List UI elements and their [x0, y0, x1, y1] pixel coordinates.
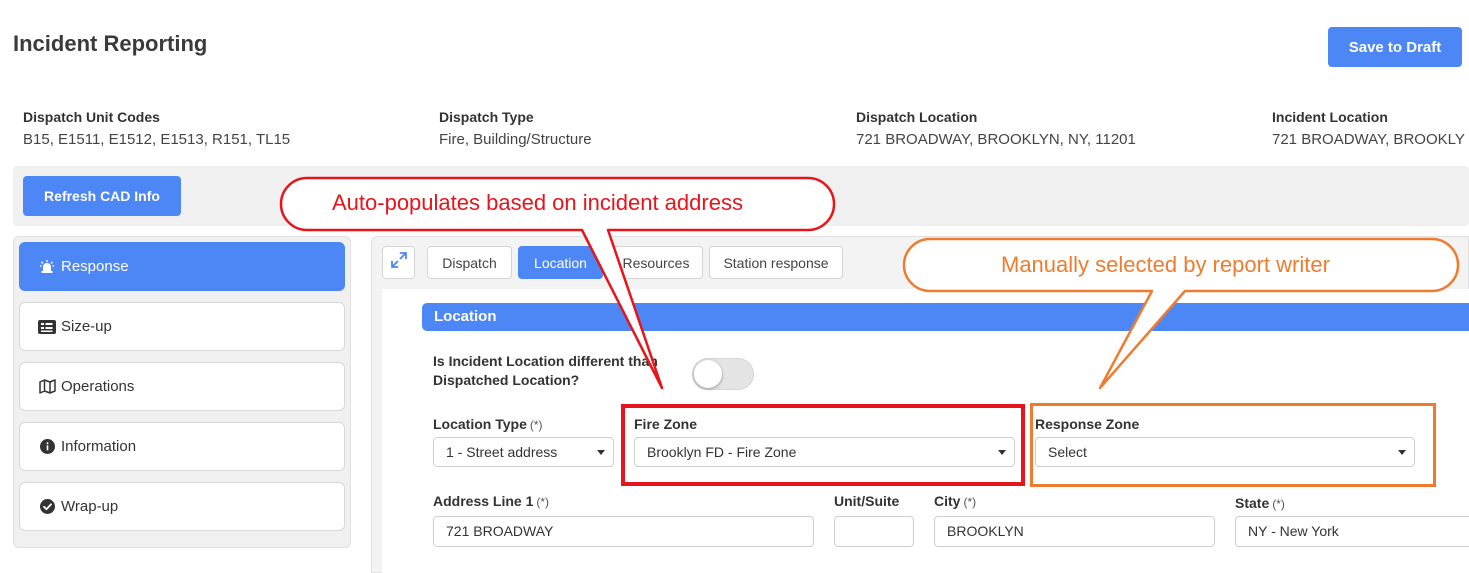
manual-select-callout-text: Manually selected by report writer [1001, 252, 1330, 277]
annotation-callouts [279, 176, 1460, 390]
auto-populate-callout-text: Auto-populates based on incident address [332, 190, 743, 215]
